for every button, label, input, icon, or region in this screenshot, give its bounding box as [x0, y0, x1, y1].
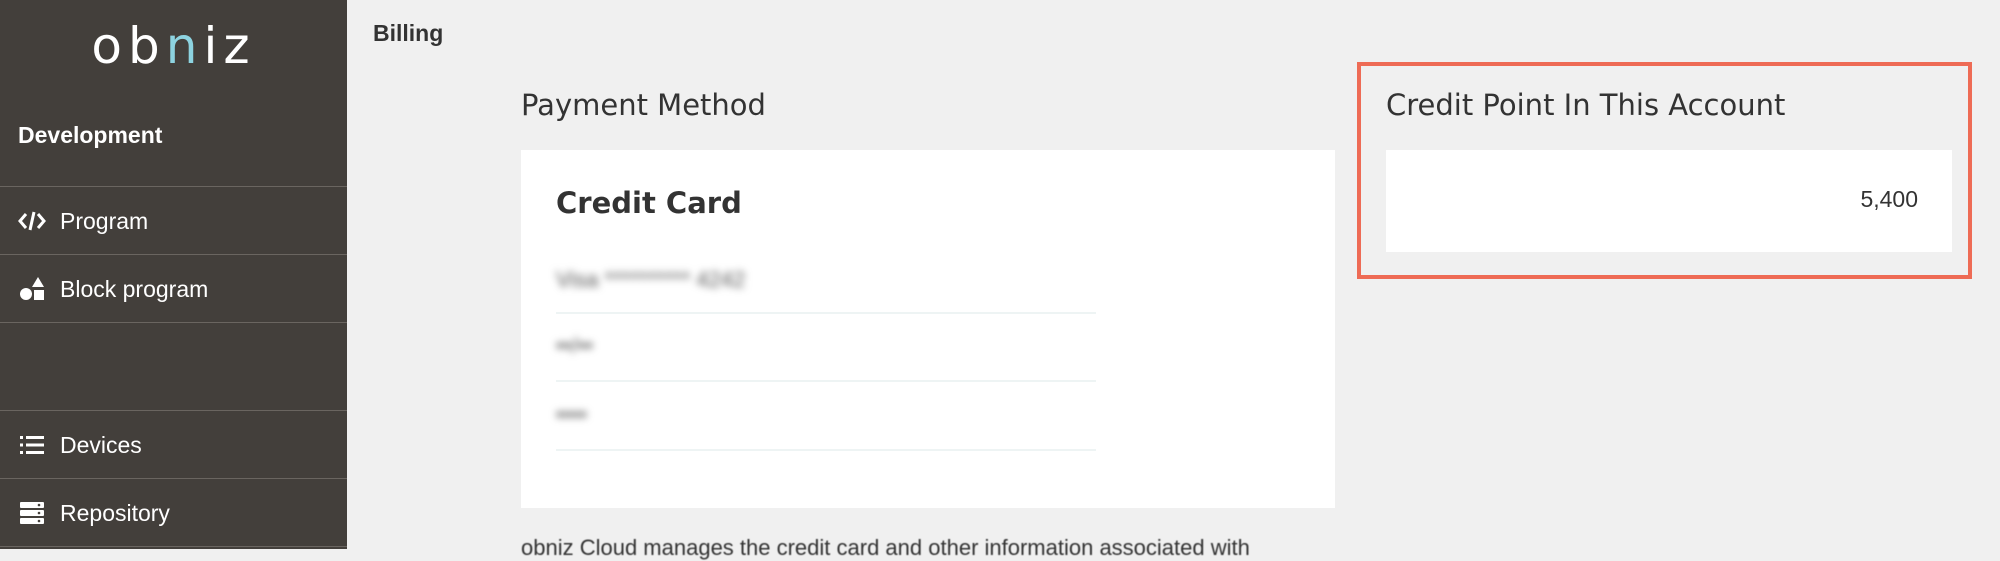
sidebar-item-block-program[interactable]: Block program — [0, 256, 347, 322]
logo-text-right: iz — [203, 17, 256, 75]
row-divider — [556, 380, 1096, 382]
sidebar-divider — [0, 186, 347, 187]
sidebar-divider — [0, 322, 347, 323]
highlight-box — [1357, 62, 1972, 279]
card-number: Visa ********** 4242 — [556, 267, 746, 292]
code-icon — [18, 207, 46, 235]
payment-method-heading: Payment Method — [521, 88, 766, 122]
sidebar-divider — [0, 546, 347, 547]
sidebar-item-devices[interactable]: Devices — [0, 412, 347, 478]
row-divider — [556, 449, 1096, 451]
sidebar-item-label: Block program — [60, 275, 209, 302]
obniz-logo[interactable]: obniz — [0, 16, 347, 76]
logo-text-left: ob — [91, 17, 166, 75]
page-title: Billing — [373, 20, 444, 46]
shapes-icon — [18, 275, 46, 303]
sidebar-item-label: Program — [60, 207, 149, 234]
logo-text-accent: n — [165, 17, 204, 75]
sidebar-divider — [0, 478, 347, 479]
row-divider — [556, 312, 1096, 314]
sidebar-item-label: Repository — [60, 499, 170, 526]
list-icon — [18, 431, 46, 459]
server-icon — [18, 499, 46, 527]
sidebar-divider — [0, 410, 347, 411]
sidebar-item-label: Devices — [60, 431, 142, 458]
sidebar-item-repository[interactable]: Repository — [0, 480, 347, 546]
payment-footnote: obniz Cloud manages the credit card and … — [521, 535, 1250, 560]
credit-card-title: Credit Card — [556, 186, 742, 220]
sidebar: obniz Development Program Block program — [0, 0, 347, 549]
sidebar-section-title: Development — [18, 122, 163, 148]
sidebar-divider — [0, 254, 347, 255]
card-expiry: ••/•• — [556, 333, 593, 358]
card-extra: •••• — [556, 402, 587, 427]
sidebar-item-program[interactable]: Program — [0, 188, 347, 254]
